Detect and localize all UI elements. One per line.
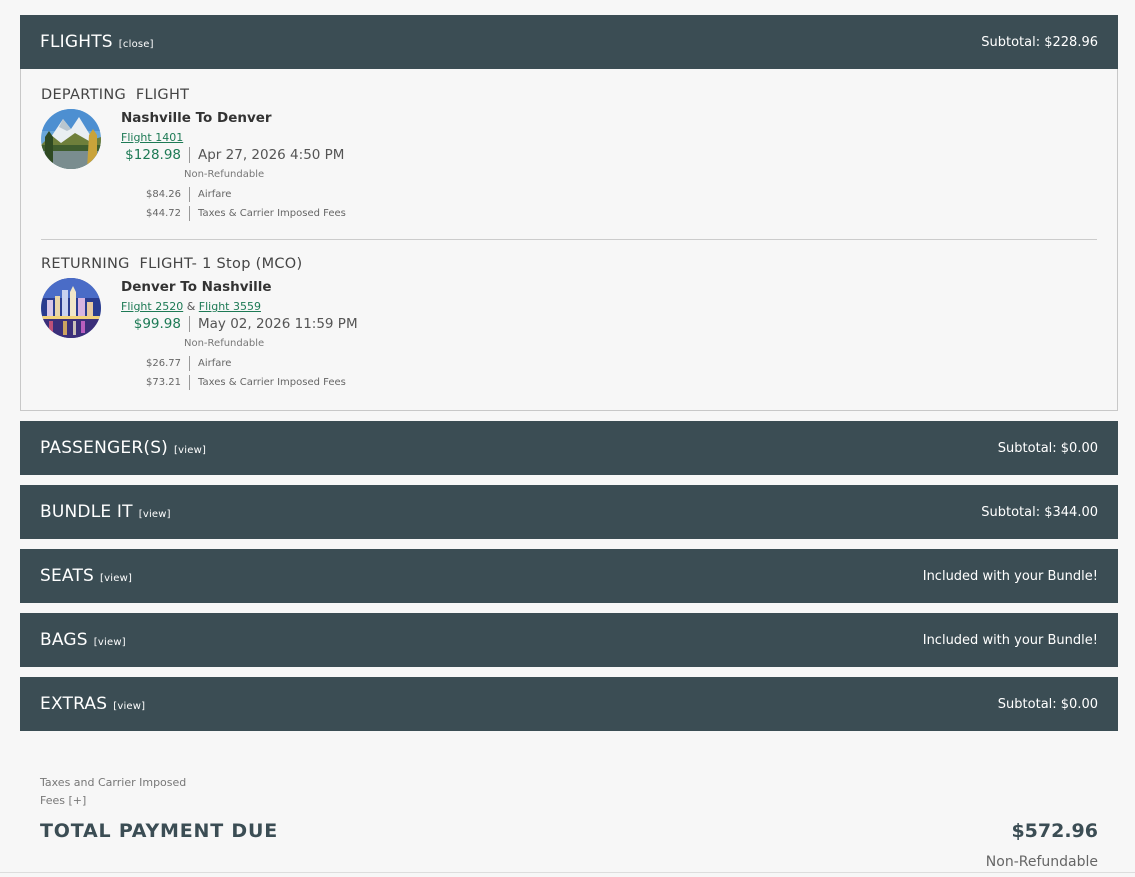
returning-taxes-label: Taxes & Carrier Imposed Fees: [198, 377, 346, 388]
returning-taxes-amount: $73.21: [146, 377, 181, 388]
passengers-subtotal: Subtotal: $0.00: [997, 440, 1098, 456]
payment-footer: Taxes and Carrier Imposed Fees [+] TOTAL…: [40, 774, 1098, 870]
seats-subtotal: Included with your Bundle!: [922, 568, 1098, 584]
extras-subtotal: Subtotal: $0.00: [997, 696, 1098, 712]
returning-leg: Denver To Nashville Flight 2520 & Flight…: [41, 278, 1097, 390]
passengers-view-link[interactable]: [view]: [174, 445, 206, 456]
departing-refund-status: Non-Refundable: [184, 169, 265, 180]
bundle-view-link[interactable]: [view]: [139, 509, 171, 520]
flights-title: FLIGHTS: [40, 32, 113, 52]
returning-price: $99.98: [133, 316, 181, 332]
total-refund-status: Non-Refundable: [985, 854, 1098, 870]
departing-route: Nashville To Denver: [121, 110, 272, 126]
departing-datetime: Apr 27, 2026 4:50 PM: [198, 147, 345, 163]
bundle-subtotal: Subtotal: $344.00: [981, 504, 1098, 520]
fees-expand-toggle[interactable]: Taxes and Carrier Imposed Fees [+]: [40, 774, 210, 810]
flights-close-link[interactable]: [close]: [119, 39, 154, 50]
flights-header[interactable]: FLIGHTS [close] Subtotal: $228.96: [20, 15, 1118, 69]
seats-view-link[interactable]: [view]: [100, 573, 132, 584]
total-label: TOTAL PAYMENT DUE: [40, 820, 278, 842]
returning-airfare-label: Airfare: [198, 358, 232, 369]
bags-header[interactable]: BAGS [view] Included with your Bundle!: [20, 613, 1118, 667]
flight-joiner: &: [183, 300, 199, 313]
departing-taxes-amount: $44.72: [146, 208, 181, 219]
returning-flight-link-2[interactable]: Flight 3559: [199, 300, 261, 313]
total-value: $572.96: [1011, 820, 1098, 842]
departing-heading: DEPARTING FLIGHT: [41, 87, 190, 103]
bottom-divider: [0, 872, 1135, 873]
departing-airfare-label: Airfare: [198, 189, 232, 200]
returning-heading: RETURNING FLIGHT- 1 Stop (MCO): [41, 256, 303, 272]
returning-route: Denver To Nashville: [121, 279, 272, 295]
nashville-destination-image: [41, 278, 101, 338]
bags-subtotal: Included with your Bundle!: [922, 632, 1098, 648]
bags-view-link[interactable]: [view]: [94, 637, 126, 648]
bags-title: BAGS: [40, 630, 88, 650]
departing-taxes-label: Taxes & Carrier Imposed Fees: [198, 208, 346, 219]
passengers-header[interactable]: PASSENGER(S) [view] Subtotal: $0.00: [20, 421, 1118, 475]
cart-summary: FLIGHTS [close] Subtotal: $228.96 DEPART…: [20, 15, 1118, 731]
departing-flight-link[interactable]: Flight 1401: [121, 131, 183, 144]
returning-airfare-amount: $26.77: [146, 358, 181, 369]
returning-datetime: May 02, 2026 11:59 PM: [198, 316, 358, 332]
returning-flight-link-1[interactable]: Flight 2520: [121, 300, 183, 313]
departing-airfare-amount: $84.26: [146, 189, 181, 200]
seats-title: SEATS: [40, 566, 95, 586]
departing-price: $128.98: [125, 147, 181, 163]
bundle-title: BUNDLE IT: [40, 502, 133, 522]
flights-panel: DEPARTING FLIGHT Nashville To Denver Fli…: [20, 69, 1118, 411]
passengers-title: PASSENGER(S): [40, 438, 169, 458]
seats-header[interactable]: SEATS [view] Included with your Bundle!: [20, 549, 1118, 603]
flights-subtotal: Subtotal: $228.96: [981, 34, 1098, 50]
denver-destination-image: [41, 109, 101, 169]
bundle-header[interactable]: BUNDLE IT [view] Subtotal: $344.00: [20, 485, 1118, 539]
extras-view-link[interactable]: [view]: [113, 701, 145, 712]
returning-refund-status: Non-Refundable: [184, 338, 265, 349]
extras-title: EXTRAS: [40, 694, 108, 714]
departing-leg: Nashville To Denver Flight 1401 $128.98 …: [41, 109, 1097, 221]
extras-header[interactable]: EXTRAS [view] Subtotal: $0.00: [20, 677, 1118, 731]
leg-divider: [41, 239, 1097, 240]
